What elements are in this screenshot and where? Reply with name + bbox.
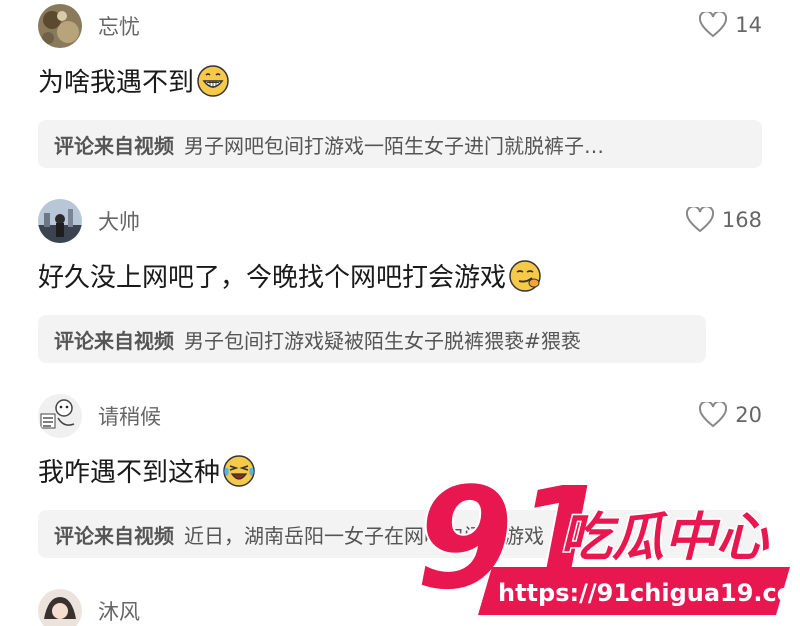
- heart-icon: [699, 12, 728, 38]
- avatar[interactable]: [38, 589, 82, 626]
- username[interactable]: 大帅: [98, 206, 140, 236]
- crying-laughing-emoji-icon: [223, 454, 255, 487]
- source-prefix: 评论来自视频: [54, 523, 174, 548]
- like-button[interactable]: 14: [699, 10, 762, 40]
- like-count: 20: [735, 403, 762, 427]
- comment-text: 为啥我遇不到: [38, 62, 230, 99]
- comment-text-content: 我咋遇不到这种: [38, 458, 221, 488]
- grin-emoji-icon: [197, 64, 229, 97]
- comment-text: 我咋遇不到这种: [38, 452, 256, 489]
- username[interactable]: 忘忧: [98, 11, 140, 41]
- heart-icon: [685, 207, 714, 233]
- heart-icon: [699, 402, 728, 428]
- source-title: 男子包间打游戏疑被陌生女子脱裤猥亵#猥亵: [184, 328, 581, 353]
- comment-text-content: 为啥我遇不到: [38, 68, 195, 98]
- source-prefix: 评论来自视频: [54, 133, 174, 158]
- smirk-emoji-icon: [509, 259, 541, 292]
- avatar[interactable]: [38, 394, 82, 438]
- like-button[interactable]: 168: [685, 205, 762, 235]
- like-button[interactable]: 20: [699, 400, 762, 430]
- source-title: 男子网吧包间打游戏一陌生女子进门就脱裤子…: [184, 133, 604, 158]
- like-count: 14: [735, 13, 762, 37]
- watermark-brand: 吃瓜中心: [560, 508, 770, 568]
- comment-text: 好久没上网吧了，今晚找个网吧打会游戏: [38, 257, 542, 294]
- username[interactable]: 沐风: [98, 596, 140, 626]
- avatar[interactable]: [38, 199, 82, 243]
- source-prefix: 评论来自视频: [54, 328, 174, 353]
- avatar[interactable]: [38, 4, 82, 48]
- watermark-url: https://91chigua19.com: [498, 579, 800, 607]
- video-source-link[interactable]: 评论来自视频 男子包间打游戏疑被陌生女子脱裤猥亵#猥亵: [38, 315, 706, 363]
- username[interactable]: 请稍候: [98, 401, 161, 431]
- comment-list: 忘忧 14 为啥我遇不到 评论来自视频 男子网吧包间打游戏一陌生女子进门就脱裤子…: [0, 0, 800, 626]
- like-count: 168: [721, 208, 762, 232]
- watermark-logo: 91 吃瓜中心 https://91chigua19.com: [410, 455, 800, 626]
- comment-text-content: 好久没上网吧了，今晚找个网吧打会游戏: [38, 263, 507, 293]
- video-source-link[interactable]: 评论来自视频 男子网吧包间打游戏一陌生女子进门就脱裤子…: [38, 120, 762, 168]
